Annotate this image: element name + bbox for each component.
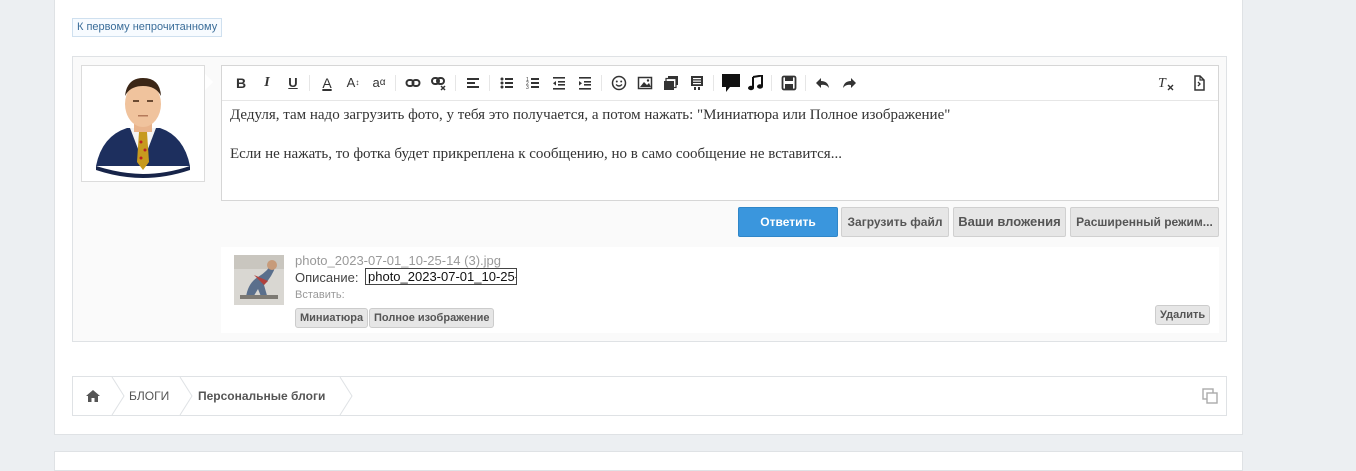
home-icon: [86, 390, 100, 402]
toolbar-separator: [489, 75, 490, 91]
media-button[interactable]: [687, 73, 707, 93]
upload-file-button[interactable]: Загрузить файл: [841, 207, 949, 237]
insert-full-image-button[interactable]: Полное изображение: [369, 308, 495, 328]
speech-bubble-icon: [722, 74, 740, 92]
font-family-icon: a: [372, 75, 380, 90]
attachment-item: photo_2023-07-01_10-25-14 (3).jpg Описан…: [221, 247, 1219, 333]
avatar: [81, 65, 213, 182]
bullet-list-icon: [500, 77, 513, 89]
breadcrumb-separator: [179, 377, 193, 415]
breadcrumb: БЛОГИ Персональные блоги: [72, 376, 1227, 416]
first-unread-link[interactable]: К первому непрочитанному: [72, 18, 223, 37]
toolbar-separator: [601, 75, 602, 91]
copy-link-button[interactable]: [1202, 377, 1220, 415]
editor-textarea[interactable]: Дедуля, там надо загрузить фото, у тебя …: [230, 106, 1210, 194]
undo-button[interactable]: [813, 73, 833, 93]
delete-attachment-button[interactable]: Удалить: [1155, 305, 1211, 325]
font-size-icon: A: [346, 75, 356, 90]
toolbar-separator: [395, 75, 396, 91]
numbered-list-icon: 123: [526, 77, 539, 90]
unlink-button[interactable]: [429, 73, 449, 93]
breadcrumb-item-blogs[interactable]: БЛОГИ: [129, 377, 169, 415]
attachment-thumbnail[interactable]: [234, 255, 284, 305]
advanced-mode-button[interactable]: Расширенный режим...: [1070, 207, 1219, 237]
image-icon: [637, 76, 653, 90]
quick-reply-box: B I U A A ↕ aα 1 2 3 T Дедуля, там надо …: [72, 56, 1227, 342]
message-editor: B I U A A ↕ aα 1 2 3 T Дедуля, там надо …: [221, 65, 1219, 201]
indent-button[interactable]: [575, 73, 595, 93]
undo-icon: [816, 78, 829, 88]
audio-button[interactable]: [745, 73, 765, 93]
font-family-icon-sub: α: [379, 77, 386, 88]
redo-button[interactable]: [839, 73, 859, 93]
numbered-list-button[interactable]: 123: [523, 73, 543, 93]
toolbar-separator: [309, 75, 310, 91]
link-icon: [405, 79, 421, 87]
save-draft-button[interactable]: [779, 73, 799, 93]
font-size-button[interactable]: A ↕: [343, 73, 363, 93]
redo-icon: [843, 78, 856, 88]
floppy-disk-icon: [781, 75, 797, 91]
toolbar-separator: [455, 75, 456, 91]
insert-label: Вставить:: [295, 289, 345, 301]
next-page-block: [54, 451, 1243, 471]
align-left-icon: [467, 78, 479, 88]
smiley-button[interactable]: [609, 73, 629, 93]
quote-button[interactable]: [721, 73, 741, 93]
font-size-icon-sup: ↕: [355, 78, 360, 87]
toolbar-separator: [771, 75, 772, 91]
toggle-source-icon: [1194, 75, 1205, 91]
gallery-button[interactable]: [661, 73, 681, 93]
smiley-icon: [611, 75, 627, 91]
attachment-thumbnail-image: [234, 255, 284, 305]
unlink-icon: [431, 77, 446, 91]
message-line: Если не нажать, то фотка будет прикрепле…: [230, 146, 842, 162]
outdent-icon: [553, 77, 565, 90]
font-family-button[interactable]: aα: [369, 73, 389, 93]
remove-format-icon: T: [1158, 76, 1174, 91]
breadcrumb-separator: [111, 377, 125, 415]
media-icon: [691, 76, 703, 90]
gallery-icon: [664, 76, 678, 90]
toolbar-separator: [713, 75, 714, 91]
svg-text:T: T: [1158, 76, 1167, 91]
underline-button[interactable]: U: [283, 73, 303, 93]
toolbar-separator: [805, 75, 806, 91]
breadcrumb-home[interactable]: [85, 377, 105, 415]
attachment-file-name: photo_2023-07-01_10-25-14 (3).jpg: [295, 253, 501, 268]
editor-toolbar: B I U A A ↕ aα 1 2 3 T: [222, 66, 1218, 101]
copy-icon: [1202, 388, 1218, 404]
insert-thumbnail-button[interactable]: Миниатюра: [295, 308, 369, 328]
italic-button[interactable]: I: [257, 73, 277, 93]
message-line: Дедуля, там надо загрузить фото, у тебя …: [230, 107, 951, 123]
source-mode-button[interactable]: [1189, 73, 1209, 93]
outdent-button[interactable]: [549, 73, 569, 93]
breadcrumb-separator: [339, 377, 353, 415]
bullet-list-button[interactable]: [497, 73, 517, 93]
image-button[interactable]: [635, 73, 655, 93]
your-attachments-button[interactable]: Ваши вложения: [953, 207, 1066, 237]
reply-button[interactable]: Ответить: [738, 207, 838, 237]
align-button[interactable]: [463, 73, 483, 93]
bold-button[interactable]: B: [231, 73, 251, 93]
description-input[interactable]: photo_2023-07-01_10-25-: [365, 268, 517, 285]
avatar-image: [96, 78, 190, 178]
music-note-icon: [748, 75, 763, 91]
remove-format-button[interactable]: T: [1156, 73, 1176, 93]
breadcrumb-item-personal-blogs[interactable]: Персональные блоги: [198, 377, 325, 415]
link-button[interactable]: [403, 73, 423, 93]
indent-icon: [579, 77, 591, 90]
font-color-button[interactable]: A: [317, 73, 337, 93]
description-label: Описание:: [295, 270, 359, 285]
svg-text:3: 3: [526, 85, 529, 90]
page-container: К первому непрочитанному B I U A A ↕ a α…: [54, 0, 1243, 435]
